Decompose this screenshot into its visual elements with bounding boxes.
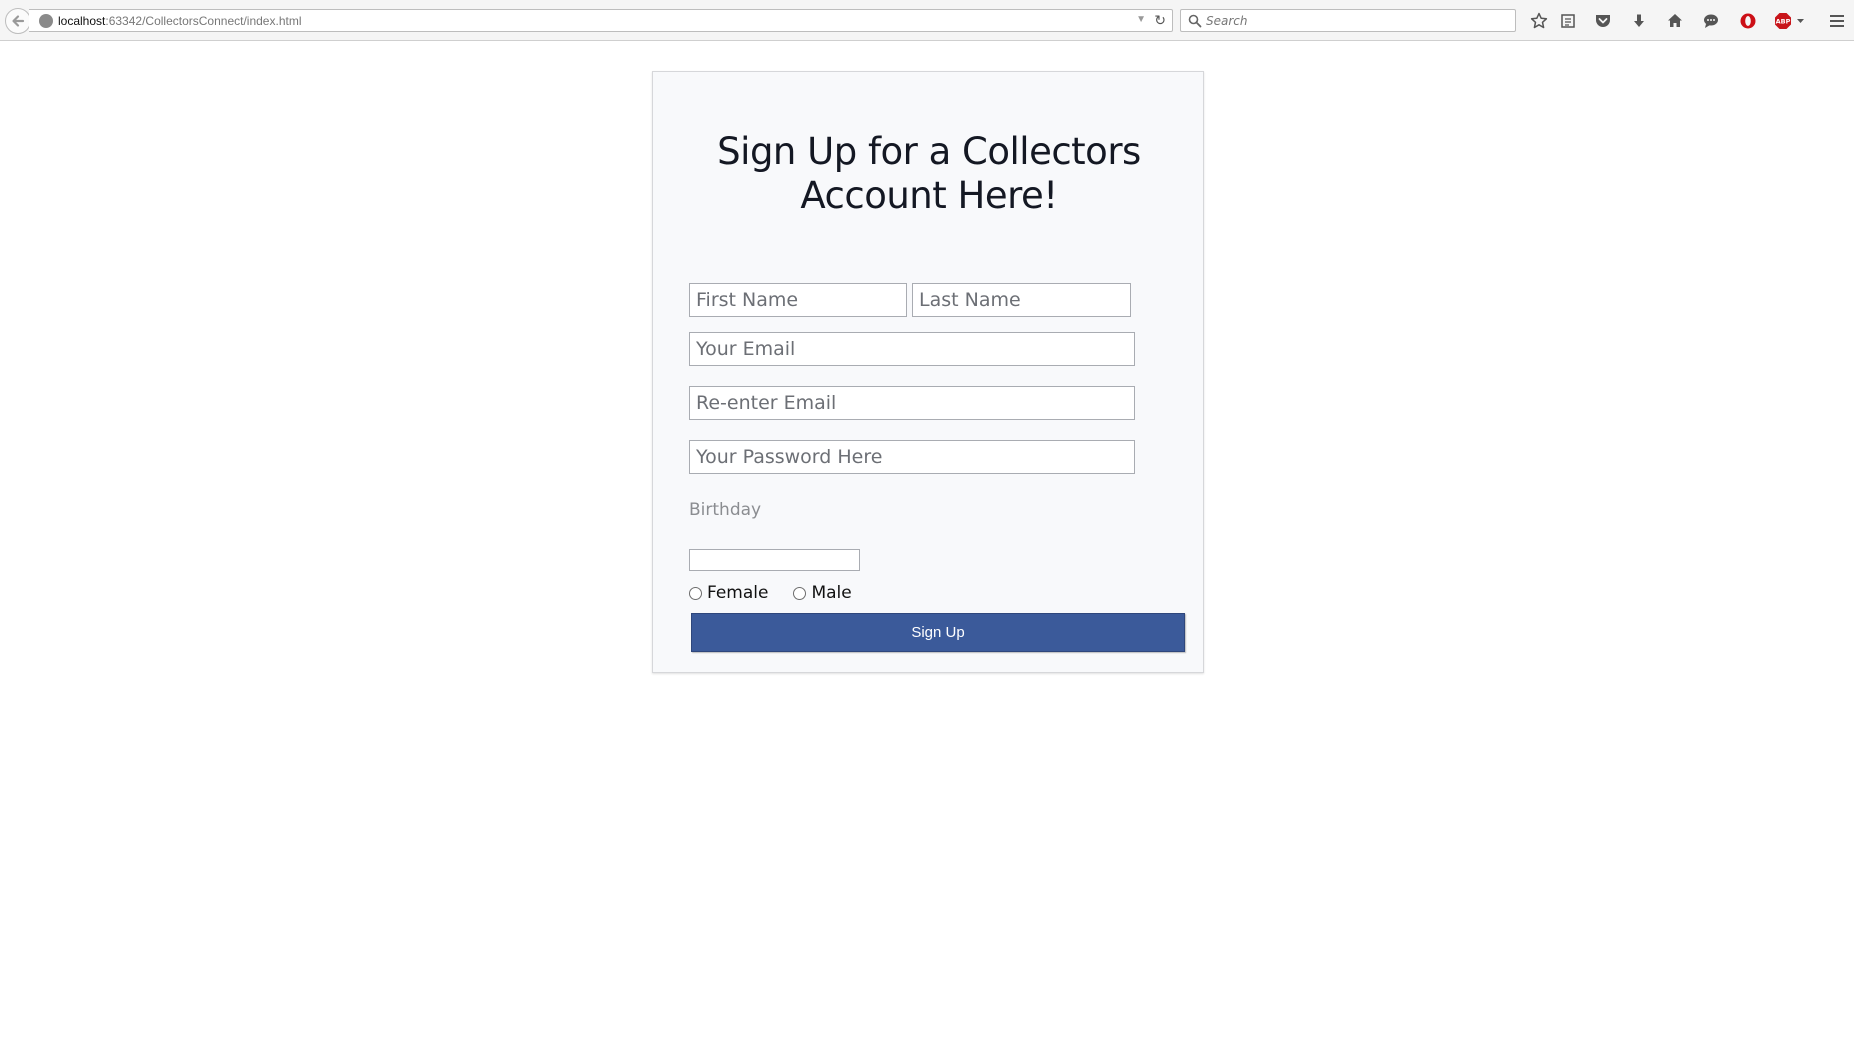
download-icon[interactable] (1628, 10, 1650, 32)
birthday-label: Birthday (689, 500, 762, 520)
last-name-field[interactable] (912, 283, 1131, 317)
dropdown-arrow-icon[interactable]: ▼ (1136, 14, 1146, 25)
browser-toolbar: localhost:63342/CollectorsConnect/index.… (0, 0, 1854, 41)
globe-icon (39, 14, 53, 28)
search-icon (1188, 14, 1202, 28)
signup-card: Sign Up for a Collectors Account Here! B… (652, 71, 1204, 673)
url-text: localhost:63342/CollectorsConnect/index.… (58, 14, 301, 28)
menu-icon[interactable] (1826, 10, 1848, 32)
url-host: localhost (58, 14, 106, 28)
bookmark-star-icon[interactable] (1528, 10, 1550, 32)
url-path: :63342/CollectorsConnect/index.html (105, 14, 302, 28)
back-button[interactable] (5, 8, 31, 34)
first-name-field[interactable] (689, 283, 907, 317)
female-radio[interactable] (689, 586, 702, 600)
female-label[interactable]: Female (707, 583, 768, 603)
birthday-field[interactable] (689, 549, 860, 571)
signup-button[interactable]: Sign Up (691, 613, 1185, 652)
reading-list-icon[interactable] (1557, 10, 1579, 32)
search-bar[interactable] (1180, 9, 1516, 32)
url-bar[interactable]: localhost:63342/CollectorsConnect/index.… (29, 9, 1173, 32)
email-field[interactable] (689, 332, 1135, 366)
adblock-plus-icon[interactable]: ABP (1774, 10, 1808, 32)
back-arrow-icon (12, 15, 25, 27)
reload-icon[interactable]: ↻ (1154, 12, 1166, 29)
male-radio[interactable] (793, 586, 807, 600)
chat-icon[interactable] (1700, 10, 1722, 32)
male-label[interactable]: Male (811, 583, 851, 603)
pocket-icon[interactable] (1592, 10, 1614, 32)
reenter-email-field[interactable] (689, 386, 1135, 420)
opera-icon[interactable] (1737, 10, 1759, 32)
password-field[interactable] (689, 440, 1135, 474)
home-icon[interactable] (1664, 10, 1686, 32)
page-title: Sign Up for a Collectors Account Here! (717, 130, 1141, 217)
gender-options: Female Male (689, 581, 877, 605)
search-input[interactable] (1206, 12, 1506, 30)
abp-label: ABP (1776, 18, 1791, 26)
